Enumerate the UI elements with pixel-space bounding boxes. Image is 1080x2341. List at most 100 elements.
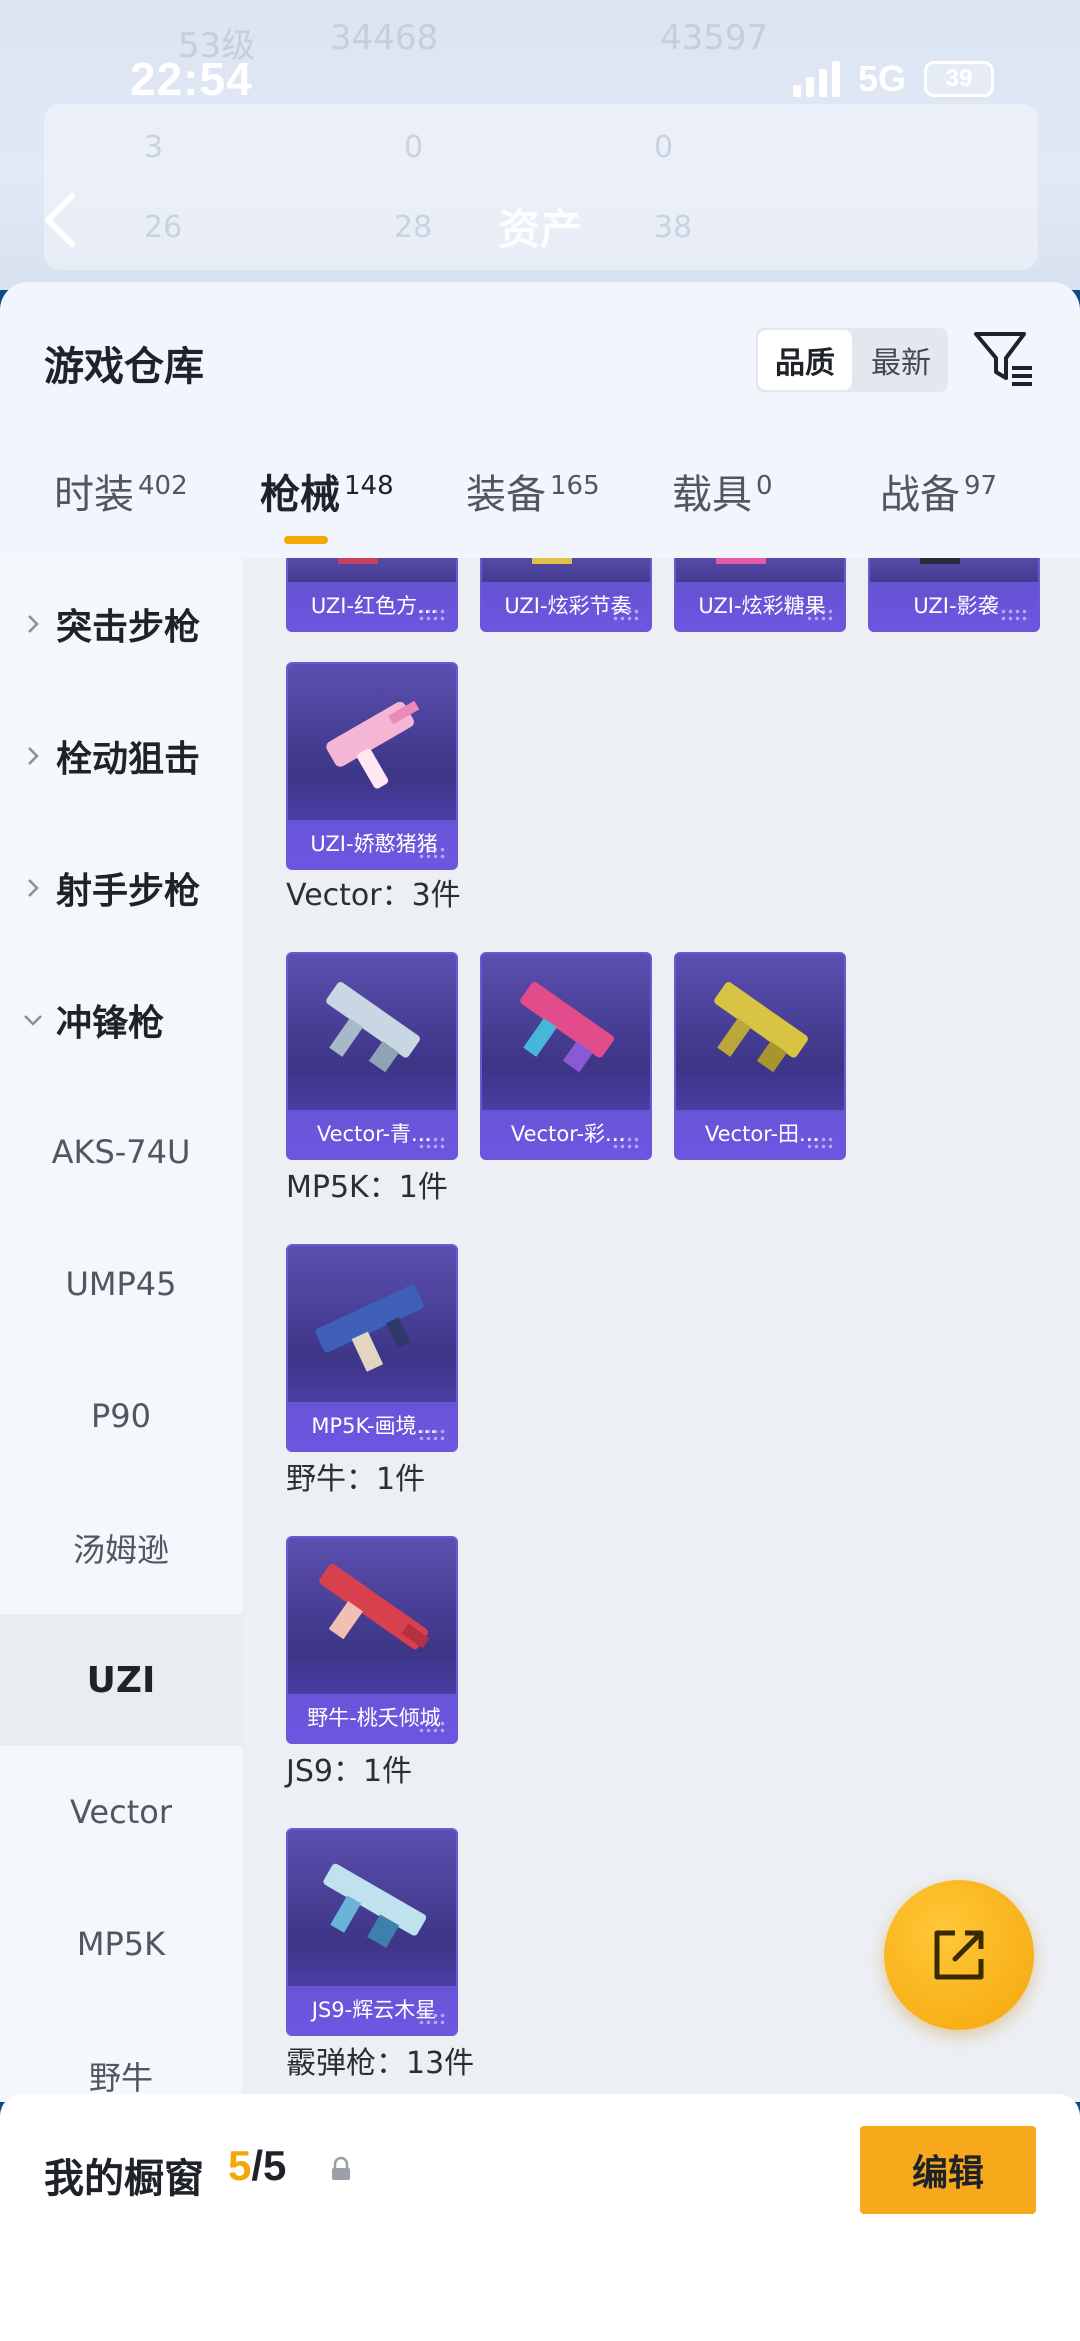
tab-vehicles[interactable]: 载具 0 [672, 462, 773, 562]
weapon-name: UZI-炫彩节奏 [482, 582, 650, 630]
sidebar-item-label: UZI [86, 1659, 156, 1701]
tab-label: 时装 [54, 472, 134, 518]
active-tab-indicator [284, 536, 328, 544]
sidebar-item-ump45[interactable]: UMP45 [0, 1218, 242, 1350]
sidebar-item-bizon[interactable]: 野牛 [0, 2010, 242, 2102]
decor-dots [418, 1428, 448, 1442]
tab-label: 战备 [880, 472, 960, 518]
sidebar-item-p90[interactable]: P90 [0, 1350, 242, 1482]
sort-toggle: 品质 最新 [756, 328, 948, 392]
weapon-card[interactable]: 野牛-桃夭倾城 [286, 1536, 458, 1744]
decor-dots [806, 1136, 836, 1150]
tab-count: 165 [550, 471, 600, 501]
weapon-art-icon [315, 1284, 424, 1372]
sidebar-item-mp5k[interactable]: MP5K [0, 1878, 242, 2010]
sort-latest-button[interactable]: 最新 [854, 328, 948, 392]
sidebar-item-vector[interactable]: Vector [0, 1746, 242, 1878]
weapon-name: JS9-辉云木星 [288, 1986, 456, 2034]
weapon-card[interactable]: Vector-田... [674, 952, 846, 1160]
tab-count: 0 [756, 471, 773, 501]
decor-dots [612, 608, 642, 622]
weapon-card[interactable]: Vector-青... [286, 952, 458, 1160]
weapon-name: UZI-红色方... [288, 582, 456, 630]
weapon-art-icon [323, 1863, 427, 1948]
showcase-total: /5 [251, 2142, 287, 2189]
chevron-right-icon [28, 747, 39, 765]
tab-count: 148 [344, 471, 394, 501]
decor-dots [418, 1720, 448, 1734]
showcase-label: 我的橱窗 [44, 2156, 204, 2202]
tab-equipment[interactable]: 装备 165 [466, 462, 600, 562]
sidebar-group-label: 栓动狙击 [56, 739, 201, 780]
decor-dots [418, 608, 448, 622]
weapon-name: UZI-娇憨猪猪 [288, 820, 456, 868]
chevron-right-icon [28, 879, 39, 897]
chevron-right-icon [28, 615, 39, 633]
showcase-current: 5 [228, 2142, 252, 2189]
filter-icon[interactable] [972, 326, 1036, 390]
network-type: 5G [857, 58, 906, 99]
sidebar-item-label: AKS-74U [51, 1133, 191, 1171]
decor-dots [806, 608, 836, 622]
sidebar-item-thompson[interactable]: 汤姆逊 [0, 1482, 242, 1614]
warehouse-sheet: 游戏仓库 品质 最新 时装 402 枪械 148 装备 165 载具 0 战备 97 突击 [0, 282, 1080, 2102]
sidebar-item-label: MP5K [76, 1925, 166, 1963]
faded-stat: 3 [144, 130, 164, 165]
weapon-card[interactable]: UZI-炫彩糖果 [674, 558, 846, 632]
sidebar-item-label: UMP45 [65, 1265, 177, 1303]
sidebar-group-bolt-sniper[interactable]: 栓动狙击 [0, 690, 242, 822]
sidebar-group-label: 射手步枪 [56, 871, 201, 912]
faded-stat: 0 [404, 130, 424, 165]
section-title: MP5K：1件 [286, 1170, 448, 1205]
weapon-art-icon [520, 982, 614, 1073]
share-button[interactable] [884, 1880, 1034, 2030]
tab-fashion[interactable]: 时装 402 [54, 462, 188, 562]
status-time: 22:54 [130, 53, 253, 105]
showcase-count: 5/5 [228, 2142, 286, 2190]
weapon-card[interactable]: Vector-彩... [480, 952, 652, 1160]
weapon-card[interactable]: UZI-红色方... [286, 558, 458, 632]
tab-label: 枪械 [260, 472, 340, 518]
battery-icon: 39 [924, 61, 994, 97]
tab-supplies[interactable]: 战备 97 [880, 462, 997, 562]
decor-dots [1000, 608, 1030, 622]
signal-icon [792, 61, 840, 97]
share-icon [934, 1930, 984, 1980]
sidebar-item-uzi[interactable]: UZI [0, 1614, 242, 1746]
weapon-card[interactable]: UZI-娇憨猪猪 [286, 662, 458, 870]
weapon-card[interactable]: UZI-炫彩节奏 [480, 558, 652, 632]
decor-dots [418, 2012, 448, 2026]
sidebar-item-aks74u[interactable]: AKS-74U [0, 1086, 242, 1218]
section-title: Vector：3件 [286, 878, 461, 913]
weapon-name: UZI-炫彩糖果 [676, 582, 844, 630]
weapon-art-icon [326, 700, 420, 789]
sidebar-group-smg[interactable]: 冲锋枪 [0, 954, 242, 1086]
weapon-card[interactable]: MP5K-画境... [286, 1244, 458, 1452]
weapon-name: Vector-田... [676, 1110, 844, 1158]
tab-count: 97 [964, 471, 998, 501]
sidebar-group-marksman[interactable]: 射手步枪 [0, 822, 242, 954]
tab-label: 载具 [672, 472, 752, 518]
sidebar-item-label: 野牛 [88, 2059, 153, 2097]
weapon-art-icon [326, 982, 420, 1073]
sidebar-item-label: 汤姆逊 [72, 1531, 169, 1569]
sidebar-group-assault-rifle[interactable]: 突击步枪 [0, 558, 242, 690]
decor-dots [612, 1136, 642, 1150]
weapon-grid: UZI-红色方... UZI-炫彩节奏 UZI-炫彩糖果 UZI-影袭 UZI-… [242, 558, 1080, 2102]
section-title: 霰弹枪：13件 [286, 2046, 475, 2081]
weapon-name: UZI-影袭 [870, 582, 1038, 630]
weapon-type-sidebar: 突击步枪 栓动狙击 射手步枪 冲锋枪 AKS-74U UMP45 P90 汤姆逊… [0, 558, 242, 2102]
faded-stat: 0 [654, 130, 674, 165]
lock-icon [332, 2156, 350, 2180]
weapon-card[interactable]: UZI-影袭 [868, 558, 1040, 632]
weapon-name: Vector-彩... [482, 1110, 650, 1158]
sidebar-group-label: 突击步枪 [56, 607, 201, 648]
edit-button[interactable]: 编辑 [860, 2126, 1036, 2214]
weapon-card[interactable]: JS9-辉云木星 [286, 1828, 458, 2036]
sidebar-item-label: P90 [90, 1397, 151, 1435]
tab-guns[interactable]: 枪械 148 [260, 462, 394, 562]
sidebar-group-label: 冲锋枪 [56, 1003, 165, 1044]
sort-quality-button[interactable]: 品质 [758, 330, 852, 390]
section-title: JS9：1件 [286, 1754, 413, 1789]
decor-dots [418, 846, 448, 860]
